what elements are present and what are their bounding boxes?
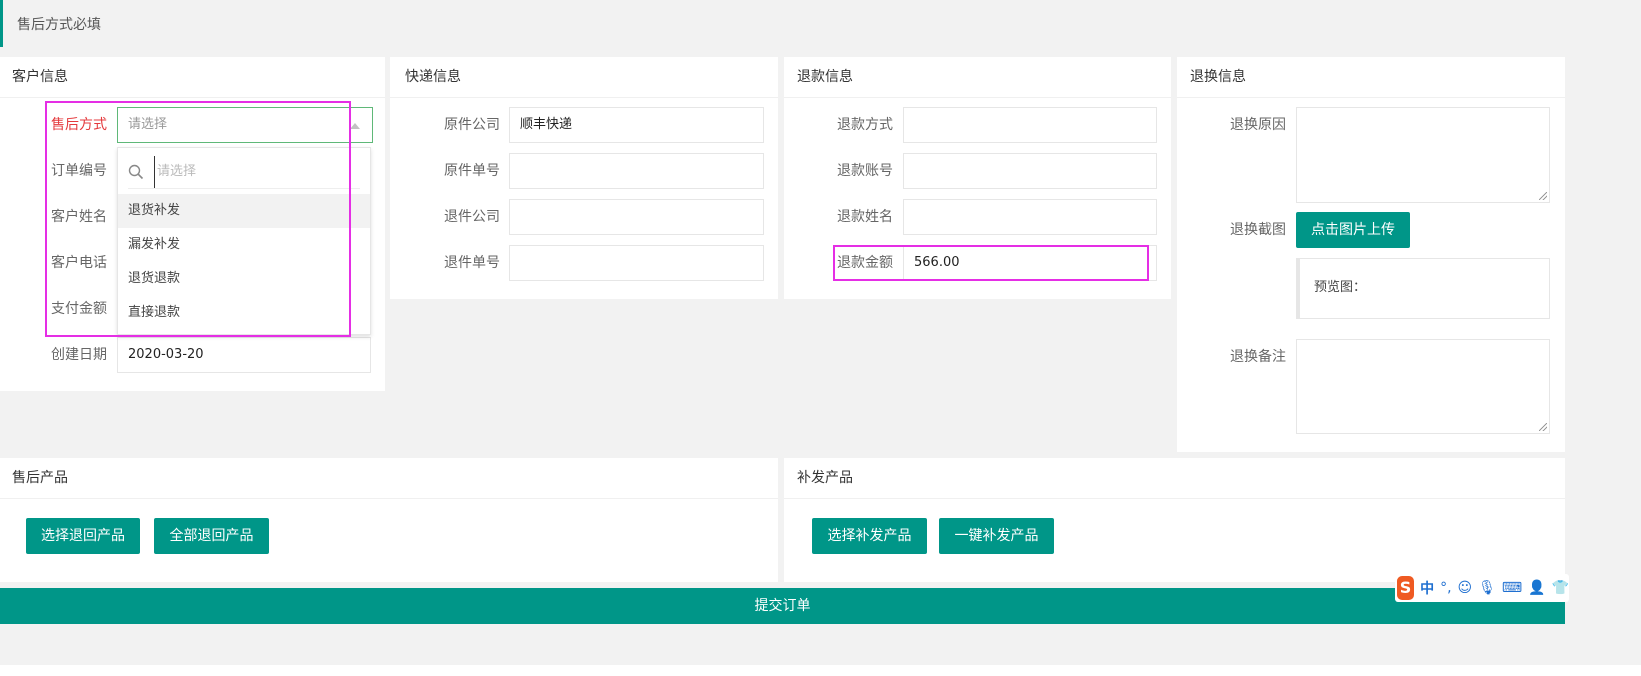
- panel-title: 售后产品: [0, 458, 778, 499]
- submit-order-button[interactable]: 提交订单: [0, 588, 1565, 624]
- refund-method-field[interactable]: [903, 107, 1157, 143]
- select-placeholder: 请选择: [128, 117, 168, 132]
- after-sale-select[interactable]: 请选择: [117, 107, 373, 143]
- return-company-field[interactable]: [509, 199, 764, 235]
- panel-title: 退换信息: [1177, 57, 1565, 98]
- sogou-logo-icon[interactable]: S: [1397, 576, 1415, 600]
- dropdown-search-input[interactable]: 请选择: [154, 156, 196, 188]
- pay-amount-label: 支付金额: [51, 301, 107, 317]
- preview-box: 预览图：: [1296, 258, 1550, 319]
- return-no-field[interactable]: [509, 245, 764, 281]
- refund-account-field[interactable]: [903, 153, 1157, 189]
- original-no-label: 原件单号: [444, 163, 500, 179]
- panel-title: 退款信息: [784, 57, 1171, 98]
- user-icon[interactable]: 👤: [1528, 580, 1545, 596]
- exchange-screenshot-label: 退换截图: [1230, 222, 1286, 238]
- panel-title: 客户信息: [0, 57, 385, 98]
- microphone-icon[interactable]: 🎙: [1478, 580, 1496, 596]
- option-return-reissue[interactable]: 退货补发: [118, 194, 370, 228]
- return-no-label: 退件单号: [444, 255, 500, 271]
- after-sale-label: 售后方式: [51, 117, 107, 133]
- order-no-label: 订单编号: [51, 163, 107, 179]
- original-company-label: 原件公司: [444, 117, 500, 133]
- after-sale-dropdown: 请选择 退货补发 漏发补发 退货退款 直接退款: [117, 147, 371, 335]
- emoji-icon[interactable]: ☺: [1458, 580, 1473, 596]
- option-return-refund[interactable]: 退货退款: [118, 262, 370, 296]
- panel-title: 快递信息: [390, 57, 778, 98]
- original-company-field[interactable]: 顺丰快递: [509, 107, 764, 143]
- created-date-label: 创建日期: [51, 347, 107, 363]
- refund-account-label: 退款账号: [837, 163, 893, 179]
- option-direct-refund[interactable]: 直接退款: [118, 296, 370, 330]
- preview-label: 预览图：: [1314, 280, 1367, 295]
- ime-toolbar: S 中 °, ☺ 🎙 ⌨ 👤 👕: [1395, 574, 1569, 602]
- notice-bar: 售后方式必填: [0, 0, 1634, 47]
- customer-phone-label: 客户电话: [51, 255, 107, 271]
- shirt-icon[interactable]: 👕: [1552, 580, 1569, 596]
- return-all-products-button[interactable]: 全部退回产品: [154, 518, 269, 554]
- dropdown-search[interactable]: 请选择: [128, 156, 360, 189]
- resize-grip-icon[interactable]: [1539, 192, 1547, 200]
- select-reissue-products-button[interactable]: 选择补发产品: [812, 518, 927, 554]
- select-return-products-button[interactable]: 选择退回产品: [26, 518, 140, 554]
- resize-grip-icon[interactable]: [1539, 423, 1547, 431]
- created-date-field[interactable]: 2020-03-20: [117, 337, 371, 373]
- exchange-remark-label: 退换备注: [1230, 349, 1286, 365]
- search-icon: [128, 164, 144, 180]
- upload-image-button[interactable]: 点击图片上传: [1296, 212, 1410, 248]
- exchange-reason-textarea[interactable]: [1296, 107, 1550, 203]
- refund-amount-field[interactable]: 566.00: [903, 245, 1157, 281]
- punctuation-icon[interactable]: °,: [1440, 580, 1451, 596]
- exchange-remark-textarea[interactable]: [1296, 339, 1550, 434]
- return-company-label: 退件公司: [444, 209, 500, 225]
- keyboard-icon[interactable]: ⌨: [1502, 580, 1522, 596]
- original-no-field[interactable]: [509, 153, 764, 189]
- panel-title: 补发产品: [784, 458, 1565, 499]
- refund-amount-label: 退款金额: [837, 255, 893, 271]
- refund-name-label: 退款姓名: [837, 209, 893, 225]
- exchange-reason-label: 退换原因: [1230, 117, 1286, 133]
- chinese-mode-icon[interactable]: 中: [1420, 578, 1434, 598]
- option-missing-reissue[interactable]: 漏发补发: [118, 228, 370, 262]
- refund-name-field[interactable]: [903, 199, 1157, 235]
- caret-up-icon: [350, 123, 360, 129]
- one-click-reissue-button[interactable]: 一键补发产品: [939, 518, 1054, 554]
- refund-method-label: 退款方式: [837, 117, 893, 133]
- customer-name-label: 客户姓名: [51, 209, 107, 225]
